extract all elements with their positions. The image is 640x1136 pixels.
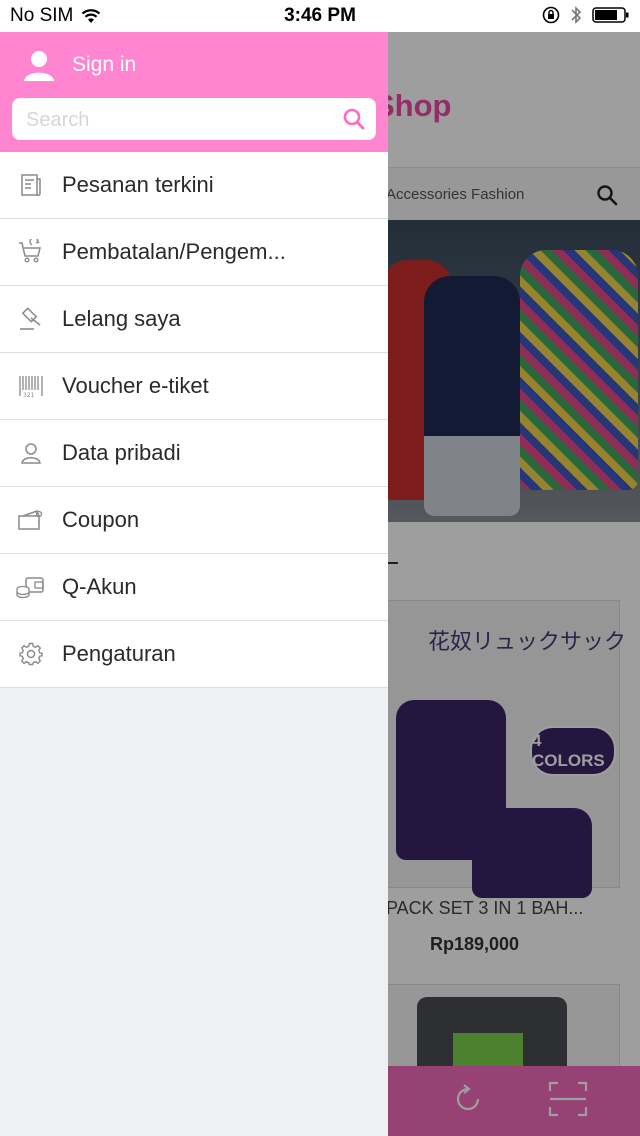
menu-label: Lelang saya	[62, 306, 181, 331]
menu-item-personal-data[interactable]: Data pribadi	[0, 420, 388, 487]
drawer-menu: Pesanan terkini Pembatalan/Pengem... Lel…	[0, 152, 388, 688]
user-icon	[24, 51, 54, 81]
receipt-icon	[0, 173, 62, 197]
battery-icon	[592, 7, 629, 23]
sign-in-button[interactable]: Sign in	[22, 48, 136, 82]
menu-label: Data pribadi	[62, 440, 181, 465]
wallet-coins-icon	[0, 575, 62, 599]
menu-label: Pengaturan	[62, 641, 176, 666]
menu-item-settings[interactable]: Pengaturan	[0, 621, 388, 688]
menu-label: Pesanan terkini	[62, 172, 214, 197]
cart-return-icon	[0, 239, 62, 265]
auction-gavel-icon	[0, 306, 62, 332]
menu-item-e-ticket-voucher[interactable]: 321 Voucher e-tiket	[0, 353, 388, 420]
bluetooth-icon	[571, 6, 582, 24]
gear-icon	[0, 642, 62, 666]
search-input[interactable]	[12, 98, 348, 142]
menu-label: Voucher e-tiket	[62, 373, 209, 398]
svg-text:321: 321	[23, 392, 35, 398]
rotation-lock-icon	[542, 6, 560, 24]
search-field	[12, 98, 376, 142]
menu-label: Q-Akun	[62, 574, 137, 599]
menu-item-cancellations-returns[interactable]: Pembatalan/Pengem...	[0, 219, 388, 286]
person-icon	[0, 441, 62, 465]
sign-in-label: Sign in	[72, 53, 137, 76]
menu-item-my-auctions[interactable]: Lelang saya	[0, 286, 388, 353]
status-bar: No SIM 3:46 PM	[0, 0, 640, 32]
barcode-icon: 321	[0, 374, 62, 398]
drawer-header: Sign in	[0, 32, 388, 152]
menu-label: Coupon	[62, 507, 140, 532]
menu-item-q-account[interactable]: Q-Akun	[0, 554, 388, 621]
status-right	[542, 5, 630, 25]
menu-item-recent-orders[interactable]: Pesanan terkini	[0, 152, 388, 219]
menu-label: Pembatalan/Pengem...	[62, 239, 286, 264]
search-icon[interactable]	[342, 107, 366, 136]
coupon-icon	[0, 508, 62, 532]
side-drawer: Sign in Pesanan terkini Pembatalan/Penge…	[0, 32, 388, 1136]
menu-item-coupon[interactable]: Coupon	[0, 487, 388, 554]
